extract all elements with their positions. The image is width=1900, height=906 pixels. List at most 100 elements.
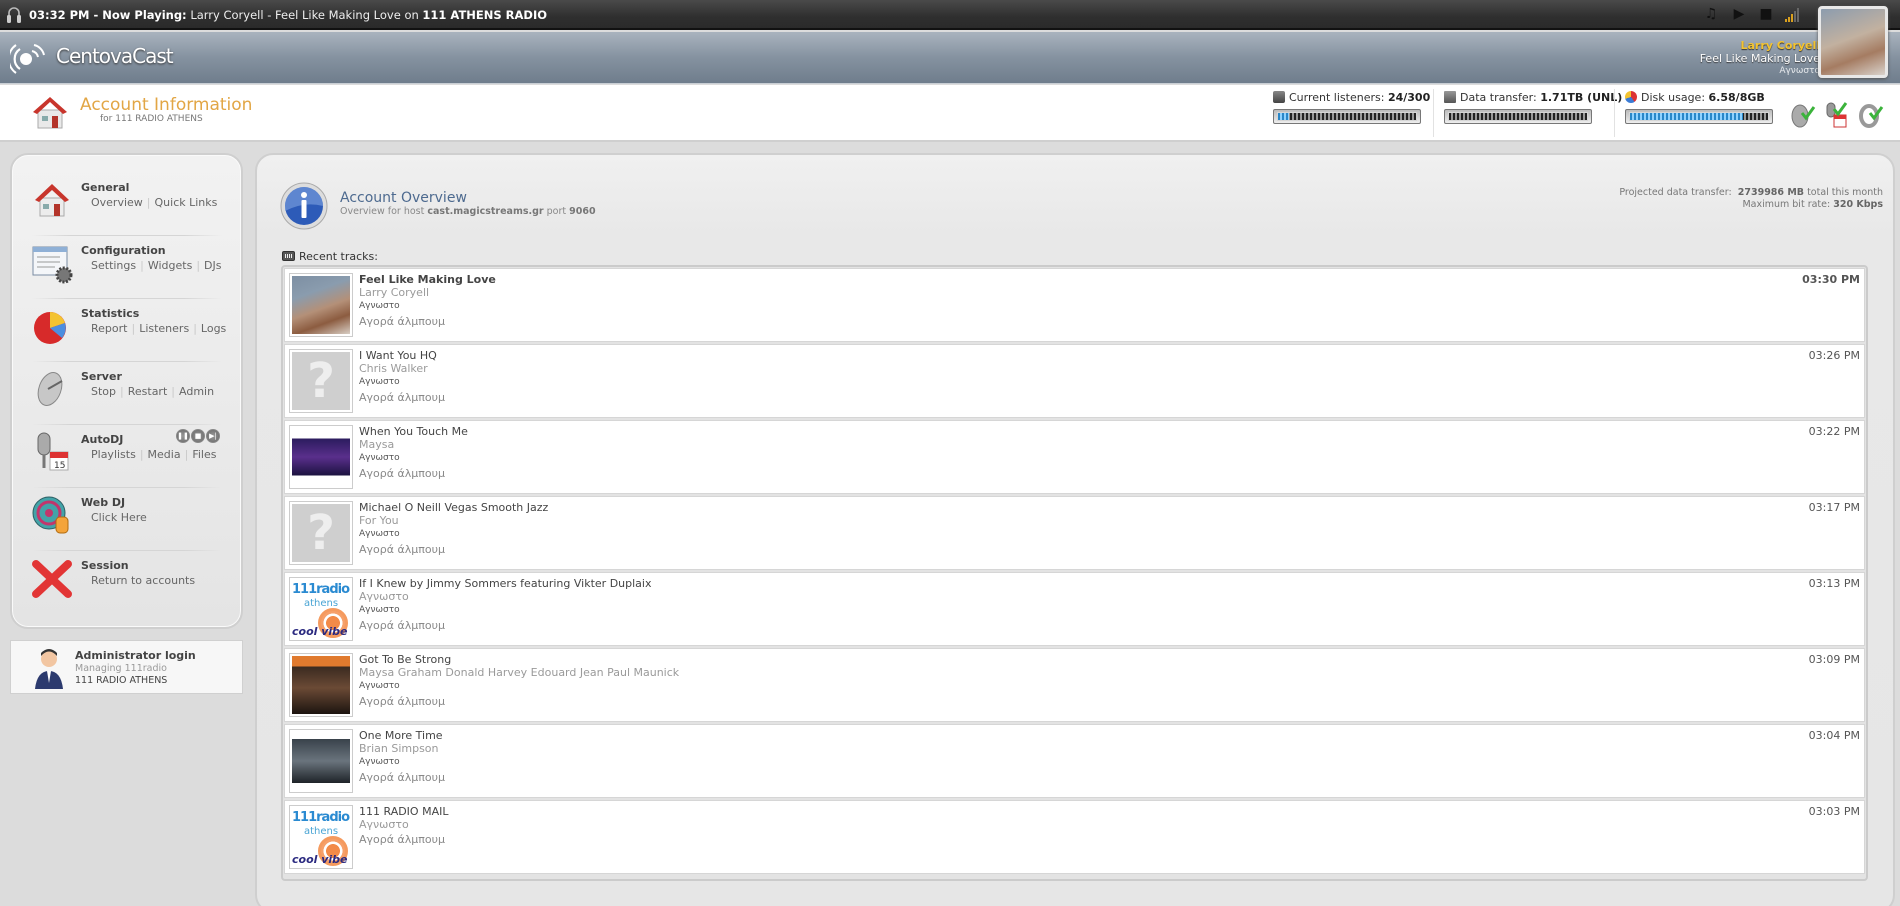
station-name: 111 ATHENS RADIO [422, 8, 548, 22]
track-artist: Αγνωστο [359, 590, 409, 603]
pie-chart-icon [34, 312, 66, 344]
data-transfer-meter [1444, 109, 1592, 124]
sidebar-item-autodj[interactable]: 15 AutoDJ ❚❚ ■ ▶| Playlists | Media | Files [12, 424, 241, 486]
buy-album-link[interactable]: Αγορά άλμπουμ [359, 833, 445, 846]
album-art-frame: 111radio athens cool vibe [289, 577, 353, 641]
autodj-status-icon[interactable] [1822, 99, 1850, 129]
media-link[interactable]: Media [148, 448, 181, 461]
track-row: 111radio athens cool vibe If I Knew by Jimm… [284, 572, 1865, 646]
recent-tracks-label: Recent tracks: [282, 250, 378, 263]
buy-album-link[interactable]: Αγορά άλμπουμ [359, 467, 445, 480]
track-row: 111radio athens cool vibe 111 RADIO MAIL Αγν… [284, 800, 1865, 874]
buy-album-link[interactable]: Αγορά άλμπουμ [359, 391, 445, 404]
host-name: cast.magicstreams.gr [427, 206, 544, 217]
admin-link[interactable]: Admin [179, 385, 214, 398]
restart-server-link[interactable]: Restart [128, 385, 168, 398]
return-to-accounts-link[interactable]: Return to accounts [91, 574, 195, 587]
web-dj-link[interactable]: Click Here [91, 511, 147, 524]
stat-value: 6.58/8GB [1708, 91, 1765, 104]
administrator-avatar-icon [35, 649, 63, 689]
album-art [292, 428, 350, 486]
unknown-album-art-icon: ? [292, 352, 350, 410]
music-note-icon[interactable]: ♫ [1703, 6, 1719, 22]
logs-link[interactable]: Logs [201, 322, 226, 335]
meter-fill [1630, 113, 1744, 120]
widgets-link[interactable]: Widgets [148, 259, 192, 272]
album-art [292, 656, 350, 714]
buy-album-link[interactable]: Αγορά άλμπουμ [359, 619, 445, 632]
overview-host: Overview for host cast.magicstreams.gr p… [340, 206, 596, 217]
buy-album-link[interactable]: Αγορά άλμπουμ [359, 695, 445, 708]
autodj-pause-button[interactable]: ❚❚ [176, 429, 190, 443]
quick-links-link[interactable]: Quick Links [155, 196, 218, 209]
album-art-frame [289, 273, 353, 337]
djs-link[interactable]: DJs [204, 259, 221, 272]
current-title: Feel Like Making Love [1699, 52, 1820, 65]
track-artist: For You [359, 514, 399, 527]
sidebar-item-general[interactable]: General Overview | Quick Links [12, 172, 241, 234]
track-row: One More Time Brian Simpson Αγνωστο Αγορά ά… [284, 724, 1865, 798]
sidebar-item-server[interactable]: Server Stop | Restart | Admin [12, 361, 241, 423]
track-title: 111 RADIO MAIL [359, 805, 449, 818]
sidebar-item-session[interactable]: Session Return to accounts [12, 550, 241, 612]
report-link[interactable]: Report [91, 322, 127, 335]
track-time: 03:13 PM [1808, 577, 1860, 590]
album-art-frame: ? [289, 501, 353, 565]
admin-managing: Managing 111radio [75, 663, 167, 674]
track-album: Αγνωστο [359, 453, 400, 463]
disk-icon [1625, 91, 1637, 103]
stop-server-link[interactable]: Stop [91, 385, 116, 398]
data-transfer-stat: Data transfer: 1.71TB (UNL) [1444, 91, 1622, 135]
brand-name: CentovaCast [56, 44, 174, 68]
stat-label: Data transfer: [1460, 91, 1537, 104]
track-artist: Chris Walker [359, 362, 428, 375]
buy-album-link[interactable]: Αγορά άλμπουμ [359, 771, 445, 784]
server-status-icon[interactable] [1788, 99, 1816, 129]
track-time: 03:26 PM [1808, 349, 1860, 362]
stat-label: Disk usage: [1641, 91, 1706, 104]
files-link[interactable]: Files [192, 448, 216, 461]
sidebar-item-configuration[interactable]: Configuration Settings | Widgets | DJs [12, 235, 241, 297]
keyboard-icon [282, 251, 295, 261]
listeners-icon [1273, 91, 1285, 103]
current-artist: Larry Coryell [1740, 39, 1820, 52]
track-title: If I Knew by Jimmy Sommers featuring Vik… [359, 577, 652, 590]
station-logo-art: 111radio athens cool vibe [292, 808, 350, 866]
autodj-stop-button[interactable]: ■ [191, 429, 205, 443]
source-status-icon[interactable] [1856, 99, 1884, 129]
sidebar-nav: General Overview | Quick Links Configurati… [10, 153, 243, 629]
page-title: Account Information [80, 95, 253, 115]
account-overview-panel: Account Overview Overview for host cast.… [255, 153, 1895, 906]
playlists-link[interactable]: Playlists [91, 448, 136, 461]
album-art-frame: 111radio athens cool vibe [289, 805, 353, 869]
play-button[interactable]: ▶ [1731, 6, 1747, 22]
settings-link[interactable]: Settings [91, 259, 136, 272]
account-info-bar: Account Information for 111 RADIO ATHENS… [0, 85, 1900, 142]
track-row: When You Touch Me Maysa Αγνωστο Αγορά άλμπο… [284, 420, 1865, 494]
stop-button[interactable]: ■ [1758, 6, 1774, 22]
house-icon [35, 184, 69, 217]
unknown-album-art-icon: ? [292, 504, 350, 562]
listeners-stat: Current listeners: 24/300 [1273, 91, 1430, 135]
page-subtitle: for 111 RADIO ATHENS [100, 114, 203, 124]
track-time: 03:22 PM [1808, 425, 1860, 438]
disk-usage-meter [1625, 109, 1773, 124]
track-album: Αγνωστο [359, 529, 400, 539]
track-row: ? I Want You HQ Chris Walker Αγνωστο Αγορά ά… [284, 344, 1865, 418]
autodj-skip-button[interactable]: ▶| [206, 429, 220, 443]
info-icon [280, 182, 328, 230]
overview-link[interactable]: Overview [91, 196, 143, 209]
track-row: Feel Like Making Love Larry Coryell Αγνωστ… [284, 268, 1865, 342]
sidebar-item-web-dj[interactable]: Web DJ Click Here [12, 487, 241, 549]
track-time: 03:09 PM [1808, 653, 1860, 666]
admin-login-title: Administrator login [75, 649, 196, 662]
track-artist: Maysa [359, 438, 395, 451]
overview-title: Account Overview [340, 190, 467, 206]
transfer-summary: Projected data transfer: 2739986 MB tota… [1619, 187, 1883, 210]
listeners-link[interactable]: Listeners [139, 322, 189, 335]
buy-album-link[interactable]: Αγορά άλμπουμ [359, 315, 445, 328]
sidebar-item-statistics[interactable]: Statistics Report | Listeners | Logs [12, 298, 241, 360]
buy-album-link[interactable]: Αγορά άλμπουμ [359, 543, 445, 556]
track-album: Αγνωστο [359, 377, 400, 387]
admin-login-box: Administrator login Managing 111radio 11… [10, 640, 243, 694]
